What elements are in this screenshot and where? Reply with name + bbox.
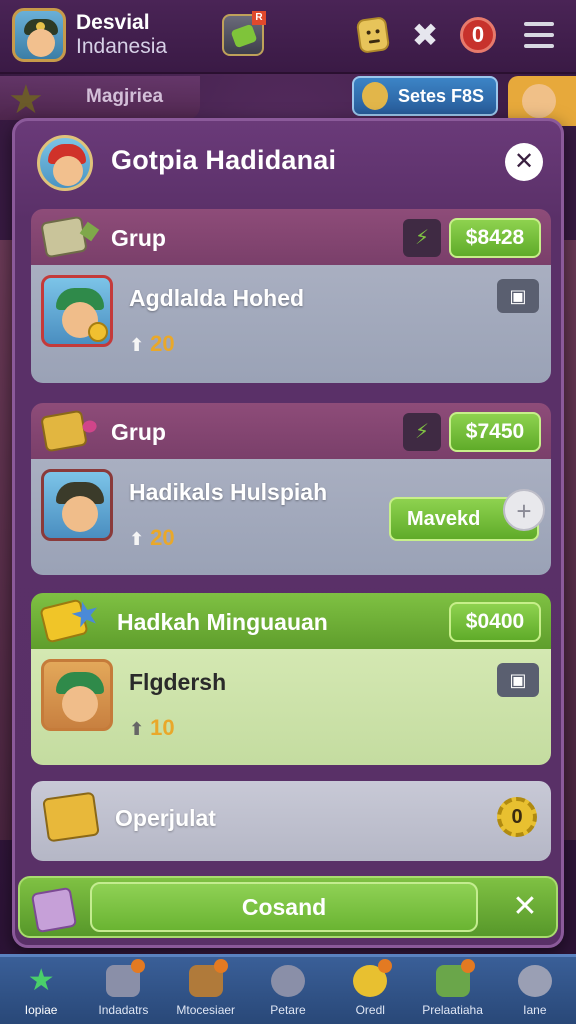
nav-item-oredl[interactable]: Oredl (329, 957, 411, 1024)
more-icon (517, 965, 552, 997)
player-score: ⬆ 20 (129, 331, 175, 357)
nav-item-messages[interactable]: Mtocesiaer (165, 957, 247, 1024)
character-icon (362, 82, 388, 110)
nav-label: Mtocesiaer (176, 1003, 236, 1017)
rank-arrow-icon: ⬆ (129, 719, 145, 739)
player-avatar[interactable] (12, 8, 66, 62)
modal-title: Gotpia Hadidanai (111, 145, 337, 175)
face-icon (53, 156, 83, 186)
notification-dot (131, 959, 146, 973)
card-header: Grup ⚡ $7450 (31, 403, 551, 459)
player-portrait (41, 659, 113, 731)
command-button[interactable]: Cosand (90, 882, 478, 932)
chest-button[interactable]: R (222, 11, 266, 56)
face-icon (27, 29, 55, 57)
card-body: Flgdersh ⬆ 10 ▣ (31, 649, 551, 765)
command-bar: Cosand ✕ (18, 876, 558, 938)
home-star-icon: ★ (27, 964, 55, 997)
player-score: ⬆ 20 (129, 525, 175, 551)
close-icon[interactable]: ✕ (508, 888, 542, 926)
notification-dot (460, 959, 475, 973)
card-header-label: Grup (111, 225, 166, 251)
dice-icon (30, 886, 78, 934)
chest-badge: R (252, 11, 266, 25)
chest-icon (42, 791, 100, 843)
nav-label: Petare (270, 1003, 306, 1017)
option-label: Operjulat (115, 805, 216, 831)
modal-avatar (37, 135, 93, 191)
card-body: Agdlalda Hohed ⬆ 20 ▣ (31, 265, 551, 383)
rank-arrow-icon: ⬆ (129, 335, 145, 355)
star-badge-icon (39, 598, 89, 644)
nav-label: Indadatrs (98, 1003, 149, 1017)
mark-action: Mavekd + (389, 489, 545, 541)
face-icon (62, 686, 98, 722)
settings-icon[interactable]: 0 (497, 797, 537, 837)
notification-counter[interactable]: 0 (460, 17, 496, 53)
background-tab-right: Setes F8S (352, 76, 498, 116)
globe-icon (270, 965, 305, 997)
price-button[interactable]: $0400 (449, 602, 541, 642)
side-decoration-right (562, 240, 576, 840)
coin-icon (88, 322, 108, 342)
player-portrait (41, 275, 113, 347)
rewards-modal: Gotpia Hadidanai ✕ Grup ⚡ $8428 Agdlalda… (12, 118, 564, 948)
price-button[interactable]: $8428 (449, 218, 541, 258)
camera-button[interactable]: ▣ (497, 663, 539, 697)
nav-item-petare[interactable]: Petare (247, 957, 329, 1024)
group-card-3: Hadkah Minguauan $0400 Flgdersh ⬆10 ▣ (31, 593, 551, 765)
gift-box-icon (40, 409, 88, 453)
player-score: ⬆ 10 (129, 715, 175, 741)
group-card-1: Grup ⚡ $8428 Agdlalda Hohed ⬆ 20 ▣ (31, 209, 551, 383)
card-header: Grup ⚡ $8428 (31, 209, 551, 265)
player-name: Agdlalda Hohed (129, 285, 305, 311)
player-name: Hadikals Hulspiah (129, 479, 328, 505)
score-value: 20 (150, 525, 175, 550)
top-bar: Desvial Indanesia R ✖ 0 (0, 0, 576, 74)
player-name: Flgdersh (129, 669, 227, 695)
brand-line2: Indanesia (76, 35, 168, 58)
face-icon (62, 496, 98, 532)
nav-label: Iane (523, 1003, 547, 1017)
nav-label: Oredl (355, 1003, 385, 1017)
close-button[interactable]: ✕ (505, 143, 543, 181)
player-portrait (41, 469, 113, 541)
cash-box-icon (40, 215, 88, 259)
nav-label: Iopiae (24, 1003, 58, 1017)
nav-item-iane[interactable]: Iane (494, 957, 576, 1024)
nav-item-prelaatiaha[interactable]: Prelaatiaha (411, 957, 493, 1024)
group-card-2: Grup ⚡ $7450 Hadikals Hulspiah ⬆ 20 Mavek… (31, 403, 551, 575)
score-value: 20 (150, 331, 175, 356)
background-tab-left-label: Magjriea (86, 86, 164, 107)
bottom-navigation: ★ Iopiae Indadatrs Mtocesiaer Petare Ore… (0, 954, 576, 1024)
camera-button[interactable]: ▣ (497, 279, 539, 313)
price-button[interactable]: $7450 (449, 412, 541, 452)
plus-icon[interactable]: + (503, 489, 545, 531)
card-body: Hadikals Hulspiah ⬆ 20 Mavekd + (31, 459, 551, 575)
score-value: 10 (150, 715, 175, 740)
star-icon: ★ (8, 78, 44, 122)
boost-button[interactable]: ⚡ (403, 413, 441, 451)
cross-icon[interactable]: ✖ (410, 19, 440, 51)
brand-title: Desvial Indanesia (76, 11, 167, 59)
emoji-button[interactable] (355, 16, 391, 54)
nav-item-indicators[interactable]: Indadatrs (82, 957, 164, 1024)
notification-dot (378, 959, 393, 973)
option-card[interactable]: Operjulat 0 (31, 781, 551, 861)
menu-icon[interactable] (524, 22, 554, 48)
nav-label: Prelaatiaha (422, 1003, 483, 1017)
rank-arrow-icon: ⬆ (129, 529, 145, 549)
card-header: Hadkah Minguauan $0400 (31, 593, 551, 649)
boost-button[interactable]: ⚡ (403, 219, 441, 257)
card-header-label: Grup (111, 419, 166, 445)
background-tab-right-label: Setes F8S (398, 86, 485, 106)
notification-dot (213, 959, 228, 973)
card-header-label: Hadkah Minguauan (117, 609, 328, 635)
chest-icon (230, 23, 258, 49)
brand-line1: Desvial (76, 11, 150, 34)
nav-item-home[interactable]: ★ Iopiae (0, 957, 82, 1024)
